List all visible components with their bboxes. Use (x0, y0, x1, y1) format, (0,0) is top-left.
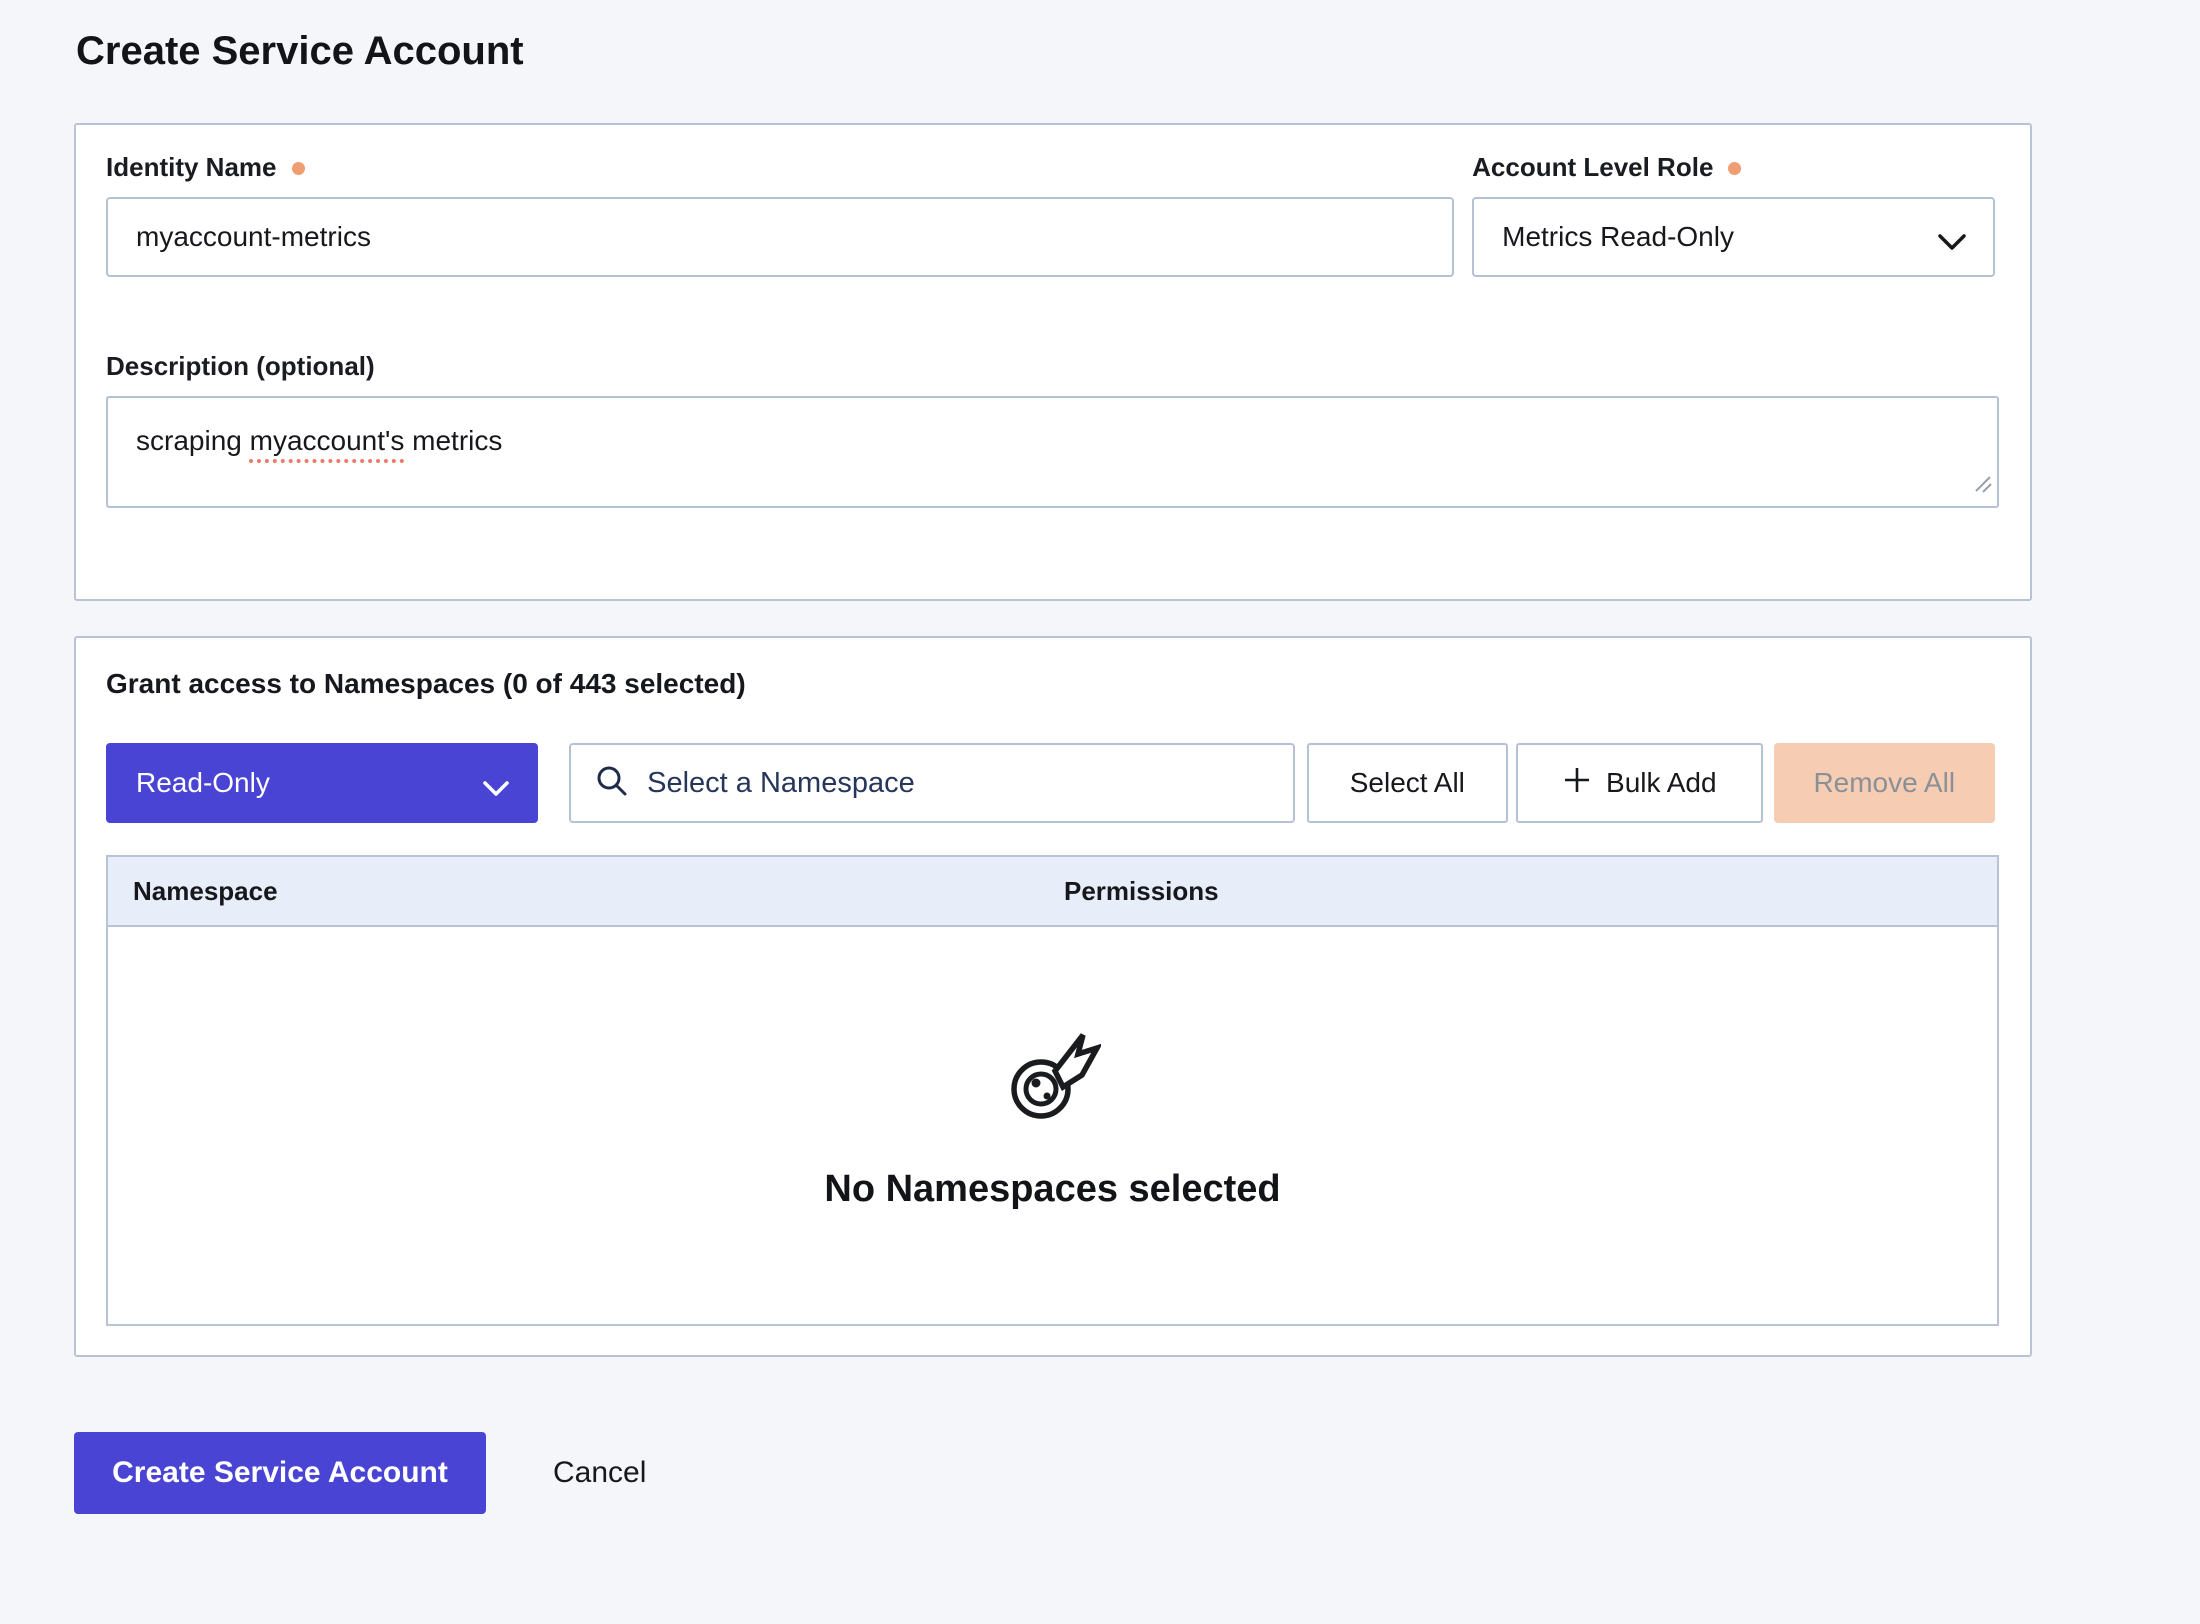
namespace-controls: Read-Only Select All Bulk Add Remove All (106, 743, 1995, 823)
identity-card: Identity Name Account Level Role Metrics… (74, 123, 2032, 601)
identity-name-input[interactable] (106, 197, 1454, 277)
column-header-permissions: Permissions (1064, 876, 1219, 907)
cancel-button[interactable]: Cancel (553, 1456, 646, 1490)
remove-all-button-disabled[interactable]: Remove All (1774, 743, 1995, 823)
account-level-role-select[interactable]: Metrics Read-Only (1472, 197, 1995, 277)
table-body-empty-state: No Namespaces selected (108, 927, 1997, 1324)
description-text: scraping (136, 425, 250, 456)
identity-name-label: Identity Name (106, 152, 277, 183)
table-header-row: Namespace Permissions (108, 857, 1997, 927)
description-misspelled-word: myaccount's (250, 425, 405, 456)
create-service-account-button[interactable]: Create Service Account (74, 1432, 486, 1514)
chevron-down-icon (482, 773, 510, 805)
comet-icon (1005, 1027, 1101, 1128)
select-all-button[interactable]: Select All (1307, 743, 1509, 823)
description-textarea[interactable]: scraping myaccount's metrics (106, 396, 1999, 508)
account-level-role-value: Metrics Read-Only (1502, 221, 1734, 253)
plus-icon (1562, 765, 1592, 802)
textarea-resize-handle-icon[interactable] (1972, 469, 1994, 503)
column-header-namespace: Namespace (108, 876, 1064, 907)
namespace-search-input[interactable] (647, 767, 1247, 800)
namespaces-card: Grant access to Namespaces (0 of 443 sel… (74, 636, 2032, 1357)
required-indicator-icon (1728, 162, 1741, 175)
namespace-search[interactable] (569, 743, 1294, 823)
page-title: Create Service Account (76, 24, 2200, 78)
footer-actions: Create Service Account Cancel (74, 1432, 2200, 1514)
search-icon (595, 764, 629, 803)
namespaces-table: Namespace Permissions No Namespaces sele… (106, 855, 1999, 1326)
required-indicator-icon (292, 162, 305, 175)
account-level-role-label: Account Level Role (1472, 152, 1713, 183)
description-label: Description (optional) (106, 351, 375, 382)
empty-state-message: No Namespaces selected (824, 1168, 1280, 1211)
chevron-down-icon (1937, 227, 1967, 259)
description-text: metrics (404, 425, 502, 456)
bulk-add-button[interactable]: Bulk Add (1516, 743, 1762, 823)
permission-level-dropdown[interactable]: Read-Only (106, 743, 538, 823)
permission-level-value: Read-Only (136, 767, 270, 799)
grant-access-heading: Grant access to Namespaces (0 of 443 sel… (106, 668, 1995, 700)
